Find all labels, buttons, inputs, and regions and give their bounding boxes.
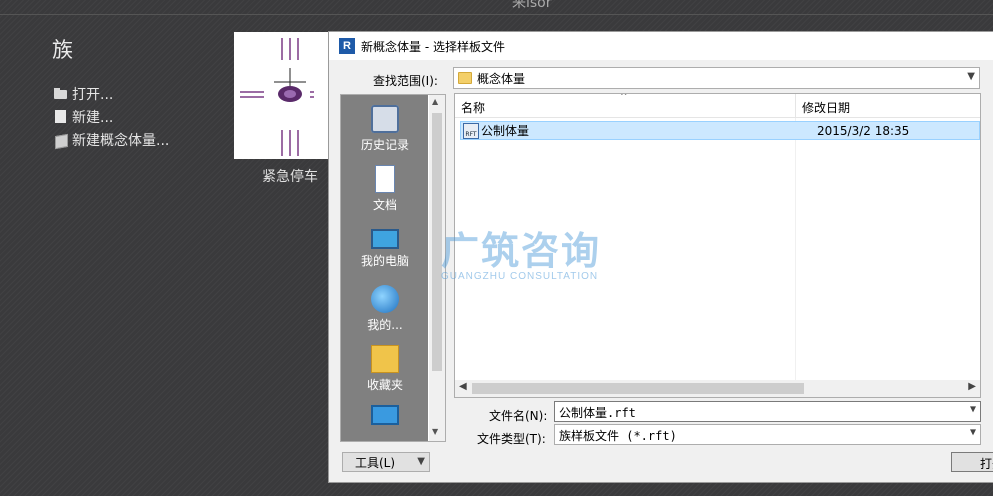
column-divider (795, 118, 796, 380)
place-favorites-label: 收藏夹 (366, 378, 403, 392)
look-in-dropdown[interactable]: 概念体量 ▼ (453, 67, 980, 89)
place-desktop[interactable] (341, 399, 429, 441)
file-type-label: 文件类型(T): (477, 432, 546, 446)
app-title-partial: 来isor (512, 0, 552, 11)
cube-icon (54, 133, 68, 147)
family-thumbnail[interactable] (234, 32, 330, 159)
column-date-modified[interactable]: 修改日期 (795, 94, 975, 117)
new-conceptual-mass-label: 新建概念体量... (72, 132, 170, 149)
column-name[interactable]: ^ 名称 (455, 94, 795, 117)
documents-icon (375, 165, 395, 193)
places-list: 历史记录 文档 我的电脑 我的... 收藏夹 (341, 95, 429, 441)
file-date-cell: 2015/3/2 18:35 (817, 123, 910, 138)
file-row[interactable]: RFT 公制体量 2015/3/2 18:35 (460, 121, 980, 140)
chevron-down-icon: ▼ (969, 427, 976, 438)
chevron-down-icon: ▼ (967, 71, 975, 82)
family-section-heading: 族 (52, 38, 73, 62)
new-family-link[interactable]: 新建... (54, 105, 169, 128)
file-type-value: 族样板文件 (*.rft) (559, 429, 677, 443)
column-name-label: 名称 (461, 101, 486, 115)
look-in-value: 概念体量 (477, 71, 526, 86)
place-favorites[interactable]: 收藏夹 (341, 339, 429, 397)
computer-icon (371, 229, 399, 249)
open-button[interactable]: 打开 (951, 452, 993, 472)
document-icon (54, 109, 68, 124)
place-network[interactable]: 我的... (341, 279, 429, 337)
open-button-label: 打开 (980, 457, 993, 471)
place-documents[interactable]: 文档 (341, 159, 429, 217)
file-name-value: 公制体量.rft (559, 406, 636, 420)
family-links: 打开... 新建... 新建概念体量... (54, 82, 169, 151)
sort-ascending-icon: ^ (620, 93, 628, 102)
chevron-down-icon[interactable]: ▼ (970, 404, 976, 415)
folder-icon (458, 72, 472, 84)
new-family-label: 新建... (72, 109, 114, 126)
open-family-link[interactable]: 打开... (54, 82, 169, 105)
chevron-down-icon: ▼ (417, 456, 425, 467)
network-icon (371, 285, 399, 313)
scroll-right-icon[interactable]: ▶ (968, 381, 976, 392)
look-in-label: 查找范围(I): (373, 74, 438, 88)
place-computer-label: 我的电脑 (360, 254, 409, 268)
place-history-label: 历史记录 (360, 138, 409, 152)
file-list-header: ^ 名称 修改日期 (455, 94, 980, 118)
desktop-icon (371, 405, 399, 425)
column-date-label: 修改日期 (802, 101, 851, 115)
history-icon (371, 105, 399, 133)
scroll-up-icon[interactable]: ▲ (432, 97, 438, 106)
tools-button-label: 工具(L) (355, 455, 396, 470)
places-scrollbar[interactable]: ▲ ▼ (429, 95, 445, 441)
places-bar: 历史记录 文档 我的电脑 我的... 收藏夹 ▲ ▼ (340, 94, 446, 442)
place-documents-label: 文档 (372, 198, 397, 212)
tools-button[interactable]: 工具(L) ▼ (342, 452, 430, 472)
dialog-title: 新概念体量 - 选择样板文件 (361, 39, 505, 54)
favorites-icon (371, 345, 399, 373)
open-folder-icon (54, 87, 68, 101)
scroll-left-icon[interactable]: ◀ (459, 381, 467, 392)
file-name-label: 文件名(N): (489, 409, 548, 423)
dialog-titlebar[interactable]: R 新概念体量 - 选择样板文件 (329, 32, 993, 60)
file-list-hscrollbar[interactable]: ◀ ▶ (455, 380, 980, 397)
place-network-label: 我的... (367, 318, 403, 332)
file-type-dropdown[interactable]: 族样板文件 (*.rft) ▼ (554, 424, 981, 445)
select-template-dialog: R 新概念体量 - 选择样板文件 查找范围(I): 概念体量 ▼ 历史记录 文档… (328, 31, 993, 483)
rft-file-icon: RFT (463, 122, 479, 139)
new-conceptual-mass-link[interactable]: 新建概念体量... (54, 128, 169, 151)
file-name-input[interactable]: 公制体量.rft ▼ (554, 401, 981, 422)
places-scroll-thumb[interactable] (432, 113, 442, 371)
title-divider (0, 14, 993, 15)
file-list: ^ 名称 修改日期 RFT 公制体量 2015/3/2 18:35 ◀ ▶ (454, 93, 981, 398)
thumbnail-caption: 紧急停车 (262, 169, 318, 185)
hscroll-thumb[interactable] (472, 383, 804, 394)
family-thumbnail-drawing (240, 38, 314, 156)
place-computer[interactable]: 我的电脑 (341, 219, 429, 277)
revit-app-icon: R (339, 38, 355, 54)
open-family-label: 打开... (72, 86, 114, 103)
place-history[interactable]: 历史记录 (341, 99, 429, 157)
scroll-down-icon[interactable]: ▼ (432, 427, 438, 436)
file-name-cell: 公制体量 (481, 124, 530, 138)
